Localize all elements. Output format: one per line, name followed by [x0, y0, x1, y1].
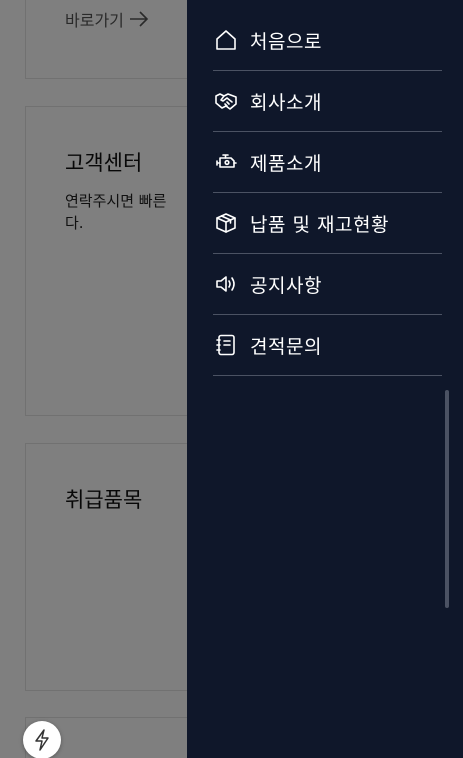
menu-item-label: 견적문의 — [250, 335, 322, 358]
notebook-icon — [214, 333, 238, 357]
menu-item-estimate[interactable]: 견적문의 — [213, 315, 442, 376]
nav-drawer: 처음으로 회사소개 제품소개 납품 및 재고현황 공지사항 견적문의 — [187, 0, 463, 758]
drawer-menu: 처음으로 회사소개 제품소개 납품 및 재고현황 공지사항 견적문의 — [213, 10, 442, 376]
menu-item-label: 제품소개 — [250, 152, 322, 175]
menu-item-products[interactable]: 제품소개 — [213, 132, 442, 193]
menu-item-company[interactable]: 회사소개 — [213, 71, 442, 132]
menu-item-notice[interactable]: 공지사항 — [213, 254, 442, 315]
drawer-scrollbar[interactable] — [445, 390, 449, 608]
menu-item-home[interactable]: 처음으로 — [213, 10, 442, 71]
handshake-icon — [214, 89, 238, 113]
menu-item-label: 공지사항 — [250, 274, 322, 297]
speaker-icon — [214, 272, 238, 296]
quick-action-button[interactable] — [23, 721, 61, 758]
menu-item-label: 회사소개 — [250, 91, 322, 114]
menu-item-delivery-stock[interactable]: 납품 및 재고현황 — [213, 193, 442, 254]
menu-item-label: 납품 및 재고현황 — [250, 213, 389, 236]
lightning-icon — [35, 729, 49, 751]
menu-item-label: 처음으로 — [250, 30, 322, 53]
box-icon — [214, 211, 238, 235]
engine-icon — [214, 150, 238, 174]
home-icon — [214, 28, 238, 52]
